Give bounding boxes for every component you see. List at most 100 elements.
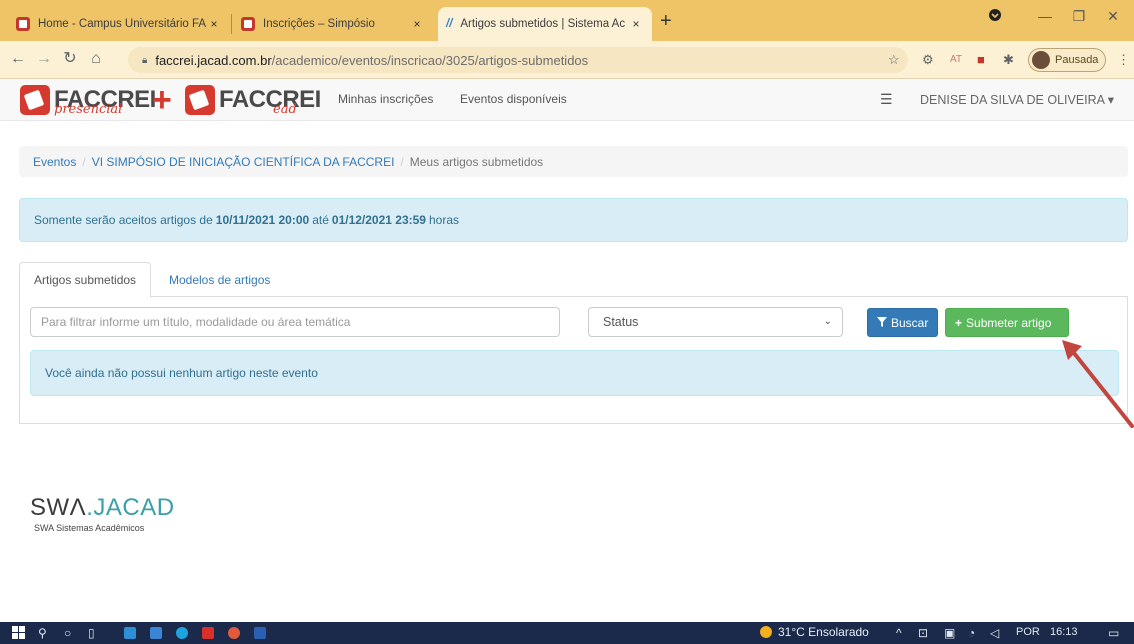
breadcrumb-simposio[interactable]: VI SIMPÓSIO DE INICIAÇÃO CIENTÍFICA DA F… — [92, 155, 395, 169]
submeter-artigo-button[interactable]: + Submeter artigo — [945, 308, 1069, 337]
lock-icon: 🔒︎ — [142, 54, 148, 66]
nav-eventos-disponiveis[interactable]: Eventos disponíveis — [460, 92, 567, 106]
jacad-text: .JACAD — [86, 494, 175, 521]
url-path: /academico/eventos/inscricao/3025/artigo… — [271, 52, 589, 68]
word-icon[interactable] — [254, 627, 266, 639]
faccrei-favicon-icon — [16, 17, 30, 31]
tab-divider — [231, 14, 232, 34]
empty-state-alert: Você ainda não possui nenhum artigo nest… — [30, 350, 1119, 396]
alert-middle: até — [312, 213, 329, 227]
alert-start-date: 10/11/2021 20:00 — [215, 213, 310, 227]
faccrei-ead-logo[interactable]: FACCREI ead — [185, 82, 321, 118]
browser-tab-artigos[interactable]: // Artigos submetidos | Sistema Ac × — [438, 7, 652, 41]
close-tab-icon[interactable]: × — [206, 17, 222, 31]
address-bar[interactable]: 🔒︎ faccrei.jacad.com.br/academico/evento… — [128, 47, 908, 73]
logo-script: presencial — [54, 102, 123, 117]
swa-subtitle: SWA Sistemas Acadêmicos — [34, 523, 145, 533]
user-menu[interactable]: DENISE DA SILVA DE OLIVEIRA ▾ — [920, 92, 1114, 107]
buscar-button[interactable]: Buscar — [867, 308, 939, 337]
extensions-puzzle-icon[interactable]: ✱ — [1003, 52, 1014, 68]
swa-jacad-logo: SWΛ.JACAD SWA Sistemas Acadêmicos — [30, 494, 175, 533]
swa-text: SW — [30, 494, 70, 521]
extension-robot-icon[interactable]: ⚙ — [922, 52, 934, 68]
windows-taskbar: ⚲ ○ ▯ 31°C Ensolarado ^ ⊡ ▣ ◔ ◁ POR 16:1… — [0, 622, 1134, 644]
swa-lambda: Λ — [69, 494, 87, 521]
acrobat-icon[interactable] — [202, 627, 214, 639]
alert-suffix: horas — [428, 213, 460, 227]
plus-icon: + — [955, 315, 963, 330]
language-indicator[interactable]: POR — [1016, 626, 1040, 638]
extension-badge-icon[interactable]: ■ — [977, 52, 985, 67]
logo-word: FACCREI — [219, 86, 321, 113]
browser-tab-strip: Home - Campus Universitário FA × Inscriç… — [0, 0, 1134, 41]
windows-start-icon[interactable] — [12, 626, 25, 642]
url-host: faccrei.jacad.com.br — [155, 52, 272, 68]
edge-icon[interactable] — [176, 627, 188, 639]
filter-search-input[interactable] — [30, 307, 560, 337]
extension-at-icon[interactable]: AT — [950, 54, 962, 65]
restore-window-icon[interactable]: ❐ — [1064, 8, 1094, 25]
logo-plus: + — [152, 81, 172, 119]
buscar-label: Buscar — [891, 315, 929, 330]
chrome-icon[interactable] — [228, 627, 240, 639]
profile-button[interactable]: Pausada — [1028, 48, 1106, 72]
wifi-icon[interactable]: ◔ — [968, 626, 975, 640]
browser-tab-inscricoes[interactable]: Inscrições – Simpósio × — [233, 7, 433, 41]
nav-minhas-inscricoes[interactable]: Minhas inscrições — [338, 92, 433, 106]
logo-script: ead — [273, 102, 297, 117]
task-view-icon[interactable]: ▯ — [88, 626, 95, 640]
breadcrumb-separator: / — [400, 154, 404, 169]
submeter-label: Submeter artigo — [966, 315, 1052, 330]
breadcrumb-separator: / — [82, 154, 86, 169]
jacad-favicon-icon: // — [446, 18, 453, 30]
weather-text: 31°C Ensolarado — [778, 625, 869, 639]
site-navbar: FACCREI presencial + FACCREI ead Minhas … — [0, 79, 1134, 121]
close-window-icon[interactable]: ✕ — [1098, 8, 1128, 25]
faccrei-presencial-logo[interactable]: FACCREI presencial — [20, 82, 156, 118]
taskbar-app-icon[interactable] — [150, 627, 162, 639]
tab-title: Artigos submetidos | Sistema Ac — [460, 18, 626, 30]
breadcrumb: Eventos / VI SIMPÓSIO DE INICIAÇÃO CIENT… — [19, 146, 1128, 177]
minimize-window-icon[interactable]: — — [1030, 8, 1060, 24]
faccrei-logo-icon — [185, 85, 215, 115]
tab-artigos-submetidos[interactable]: Artigos submetidos — [19, 262, 152, 298]
breadcrumb-current: Meus artigos submetidos — [409, 154, 544, 169]
close-tab-icon[interactable]: × — [409, 17, 425, 31]
alert-end-date: 01/12/2021 23:59 — [331, 213, 426, 227]
submission-period-alert: Somente serão aceitos artigos de 10/11/2… — [19, 198, 1128, 242]
empty-message: Você ainda não possui nenhum artigo nest… — [45, 366, 318, 380]
back-arrow-icon[interactable]: ← — [8, 50, 28, 68]
alert-prefix: Somente serão aceitos artigos de — [34, 213, 213, 227]
browser-toolbar: ← → ↻ ⌂ 🔒︎ faccrei.jacad.com.br/academic… — [0, 41, 1134, 79]
tab-title: Inscrições – Simpósio — [263, 18, 375, 30]
forward-arrow-icon[interactable]: → — [34, 50, 54, 68]
tab-search-icon[interactable] — [980, 8, 1010, 25]
browser-menu-icon[interactable]: ⋮ — [1117, 52, 1130, 68]
tray-icon[interactable]: ▣ — [944, 626, 955, 640]
tray-icon[interactable]: ⊡ — [918, 626, 928, 640]
weather-widget[interactable]: 31°C Ensolarado — [760, 625, 869, 639]
sun-icon — [760, 626, 772, 638]
list-icon[interactable]: ☰ — [880, 91, 893, 108]
bookmark-star-icon[interactable]: ☆ — [888, 52, 900, 68]
faccrei-favicon-icon — [241, 17, 255, 31]
close-tab-icon[interactable]: × — [628, 17, 644, 31]
notifications-icon[interactable]: ▭ — [1108, 626, 1119, 640]
status-select[interactable]: Status ⌄ — [588, 307, 843, 337]
search-icon[interactable]: ⚲ — [38, 626, 47, 640]
faccrei-logo-icon — [20, 85, 50, 115]
chevron-down-icon: ⌄ — [823, 316, 832, 327]
browser-tab-home[interactable]: Home - Campus Universitário FA × — [8, 7, 230, 41]
clock[interactable]: 16:13 — [1050, 626, 1078, 638]
new-tab-button[interactable]: + — [660, 11, 672, 31]
chevron-up-icon[interactable]: ^ — [896, 626, 902, 640]
reload-icon[interactable]: ↻ — [60, 50, 80, 68]
tab-modelos-de-artigos[interactable]: Modelos de artigos — [155, 262, 284, 298]
home-icon[interactable]: ⌂ — [86, 50, 106, 68]
avatar — [1032, 51, 1050, 69]
breadcrumb-eventos[interactable]: Eventos — [33, 155, 76, 169]
taskbar-app-icon[interactable] — [124, 627, 136, 639]
cortana-icon[interactable]: ○ — [64, 626, 71, 640]
volume-icon[interactable]: ◁ — [990, 626, 999, 640]
annotation-arrow-icon — [1062, 340, 1134, 428]
